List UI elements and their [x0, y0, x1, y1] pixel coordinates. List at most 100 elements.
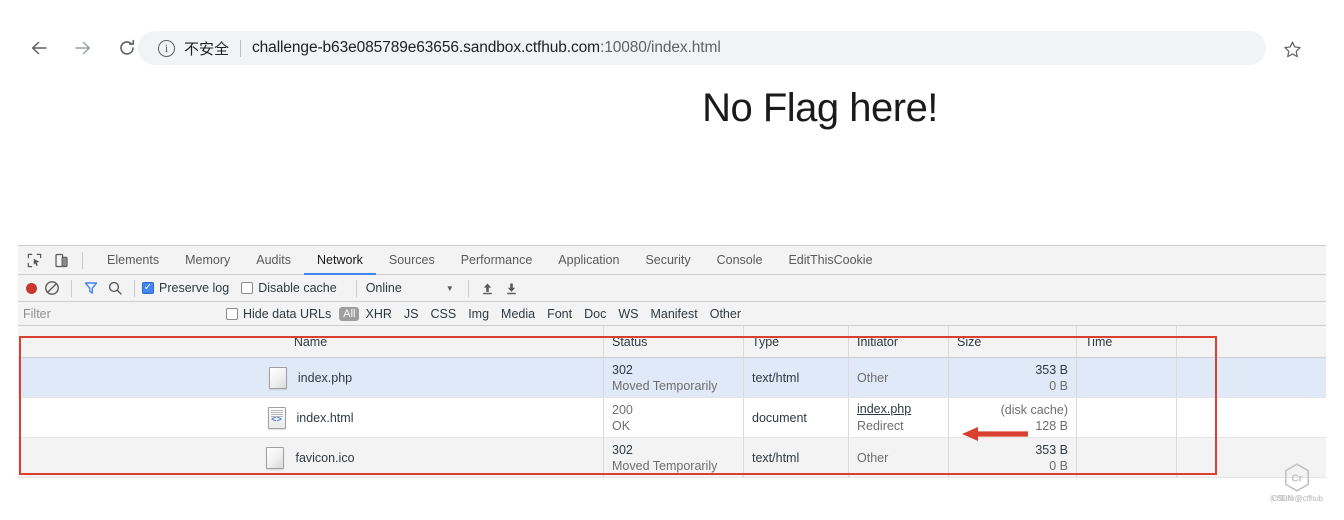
tab-memory[interactable]: Memory — [172, 246, 243, 275]
filter-input[interactable]: Filter — [18, 302, 218, 326]
devtools-tab-list: Elements Memory Audits Network Sources P… — [94, 246, 886, 275]
search-icon[interactable] — [103, 276, 127, 300]
tab-security[interactable]: Security — [632, 246, 703, 275]
transfer-size-value: 0 B — [1049, 378, 1068, 393]
preserve-log-checkbox[interactable] — [142, 282, 154, 294]
status-code: 200 — [612, 402, 633, 417]
request-status-cell: 200 OK — [604, 398, 744, 437]
security-status-label: 不安全 — [184, 40, 230, 58]
upload-arrow-icon[interactable] — [476, 276, 500, 300]
transfer-size-value: 0 B — [1049, 458, 1068, 473]
download-arrow-icon[interactable] — [500, 276, 524, 300]
size-value: 353 B — [1035, 442, 1068, 457]
controls-divider-3 — [355, 279, 357, 297]
initiator-link[interactable]: index.php — [857, 402, 940, 416]
arrow-right-icon[interactable] — [72, 36, 94, 60]
browser-toolbar: i 不安全 challenge-b63e085789e63656.sandbox… — [0, 0, 1344, 86]
arrow-left-icon[interactable] — [28, 36, 50, 60]
reload-icon[interactable] — [116, 36, 138, 60]
tab-elements[interactable]: Elements — [94, 246, 172, 275]
request-initiator-cell: Other — [849, 438, 949, 477]
chip-manifest[interactable]: Manifest — [644, 306, 703, 322]
html-document-icon: <> — [267, 406, 286, 429]
tab-console[interactable]: Console — [704, 246, 776, 275]
tab-network[interactable]: Network — [304, 246, 376, 275]
preserve-log-label[interactable]: Preserve log — [159, 281, 229, 295]
tab-editthiscookie[interactable]: EditThisCookie — [775, 246, 885, 275]
table-row[interactable]: <> index.html 200 OK document index.php … — [18, 398, 1326, 438]
request-status-cell: 302 Moved Temporarily — [604, 438, 744, 477]
chevron-down-icon[interactable]: ▼ — [446, 284, 454, 293]
tab-sources[interactable]: Sources — [376, 246, 448, 275]
resource-type-chips: All XHR JS CSS Img Media Font Doc WS Man… — [339, 306, 747, 322]
status-code: 302 — [612, 362, 633, 377]
request-name: favicon.ico — [295, 450, 355, 465]
controls-divider-2 — [134, 279, 135, 297]
row-spacer — [1177, 438, 1326, 477]
star-outline-icon[interactable] — [1283, 40, 1302, 63]
url-host: challenge-b63e085789e63656.sandbox.ctfhu… — [252, 39, 600, 56]
chip-xhr[interactable]: XHR — [359, 306, 397, 322]
disable-cache-checkbox[interactable] — [241, 282, 254, 294]
omnibox-divider — [240, 39, 242, 57]
chip-css[interactable]: CSS — [424, 306, 462, 322]
disable-cache-label[interactable]: Disable cache — [258, 281, 337, 295]
request-type-cell: text/html — [744, 438, 849, 477]
chip-other[interactable]: Other — [704, 306, 747, 322]
column-header-time[interactable]: Time — [1077, 326, 1177, 357]
chip-all[interactable]: All — [339, 306, 360, 321]
chip-js[interactable]: JS — [398, 306, 425, 322]
address-bar[interactable]: i 不安全 challenge-b63e085789e63656.sandbox… — [138, 31, 1266, 65]
table-row[interactable]: index.php 302 Moved Temporarily text/htm… — [18, 358, 1326, 398]
clear-no-entry-icon[interactable] — [40, 276, 64, 300]
column-header-type[interactable]: Type — [744, 326, 849, 357]
hide-data-urls-control[interactable]: Hide data URLs — [226, 307, 331, 321]
page-title: No Flag here! — [702, 86, 938, 130]
column-header-initiator[interactable]: Initiator — [849, 326, 949, 357]
web-page-viewport: No Flag here! — [0, 86, 1344, 242]
device-toolbar-icon[interactable] — [48, 247, 75, 274]
navigation-buttons — [28, 36, 138, 60]
chip-img[interactable]: Img — [462, 306, 495, 322]
column-header-status[interactable]: Status — [604, 326, 744, 357]
status-text: Moved Temporarily — [612, 458, 718, 473]
tab-application[interactable]: Application — [545, 246, 632, 275]
funnel-filter-icon[interactable] — [79, 276, 103, 300]
chip-ws[interactable]: WS — [612, 306, 644, 322]
status-text: Moved Temporarily — [612, 378, 718, 393]
request-initiator-cell[interactable]: index.php Redirect — [849, 398, 949, 437]
toolbar-divider — [82, 251, 83, 269]
table-row[interactable]: favicon.ico 302 Moved Temporarily text/h… — [18, 438, 1326, 478]
inspect-element-icon[interactable] — [21, 247, 48, 274]
info-circle-icon[interactable]: i — [158, 39, 175, 57]
screenshot-root: i 不安全 challenge-b63e085789e63656.sandbox… — [0, 0, 1344, 520]
tab-audits[interactable]: Audits — [243, 246, 304, 275]
request-size-cell: (disk cache) 128 B — [949, 398, 1077, 437]
column-header-name[interactable]: Name — [18, 326, 604, 357]
request-size-cell: 353 B 0 B — [949, 438, 1077, 477]
size-value: (disk cache) — [1000, 402, 1068, 417]
request-name-cell[interactable]: favicon.ico — [18, 438, 604, 477]
url-path: /index.html — [646, 39, 721, 56]
request-name-cell[interactable]: index.php — [18, 358, 604, 397]
url-text: challenge-b63e085789e63656.sandbox.ctfhu… — [252, 39, 721, 57]
request-initiator-cell: Other — [849, 358, 949, 397]
chip-font[interactable]: Font — [541, 306, 578, 322]
throttle-select-value[interactable]: Online — [366, 281, 402, 295]
column-header-size[interactable]: Size — [949, 326, 1077, 357]
record-circle-icon[interactable] — [26, 282, 37, 294]
generic-file-icon — [266, 446, 285, 469]
hide-data-urls-label[interactable]: Hide data URLs — [243, 307, 331, 321]
hide-data-urls-checkbox[interactable] — [226, 307, 238, 320]
chip-doc[interactable]: Doc — [578, 306, 612, 322]
request-type-cell: text/html — [744, 358, 849, 397]
devtools-tabbar: Elements Memory Audits Network Sources P… — [18, 246, 1326, 275]
column-header-spacer — [1177, 326, 1326, 357]
network-requests-table: Name Status Type Initiator Size Time ind… — [18, 326, 1326, 478]
controls-divider-1 — [71, 279, 72, 297]
tab-performance[interactable]: Performance — [448, 246, 546, 275]
request-name-cell[interactable]: <> index.html — [18, 398, 604, 437]
initiator-value: Other — [857, 450, 889, 465]
chip-media[interactable]: Media — [495, 306, 541, 322]
row-spacer — [1177, 358, 1326, 397]
